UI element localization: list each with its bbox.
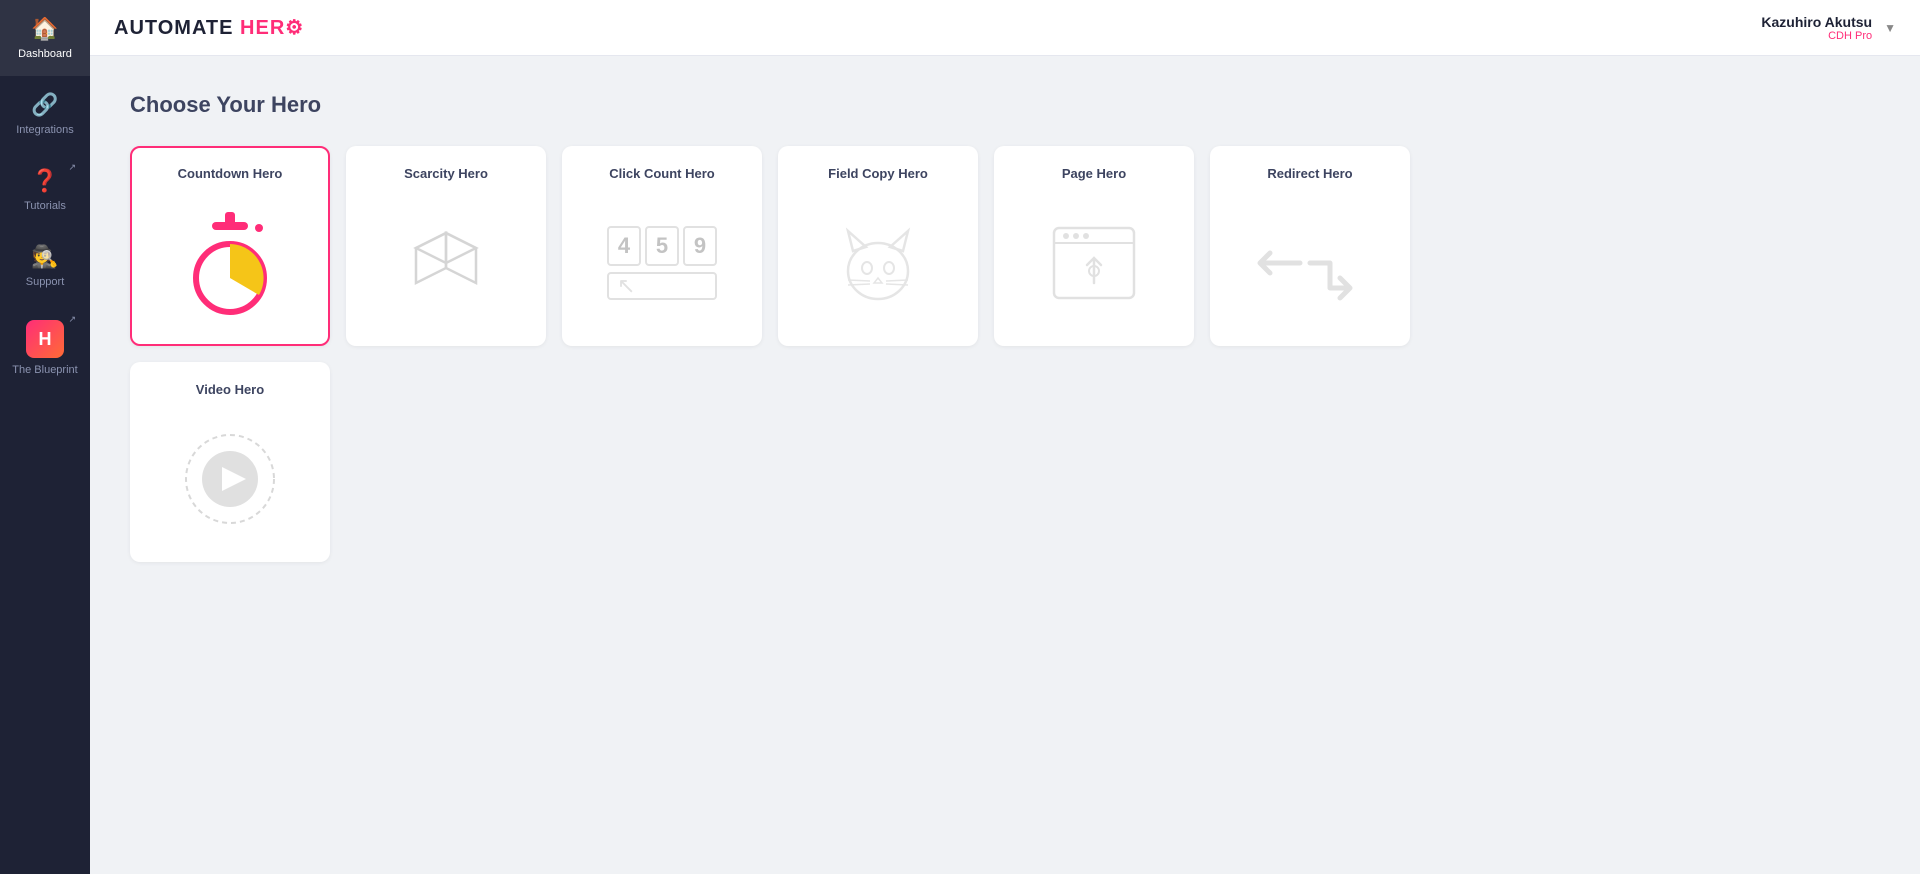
sidebar-item-support[interactable]: 🕵️ Support xyxy=(0,228,90,304)
blueprint-logo-icon: H xyxy=(26,320,64,358)
topbar: AUTOMATE HER⚙ Kazuhiro Akutsu CDH Pro ▼ xyxy=(90,0,1920,56)
sidebar-item-dashboard-label: Dashboard xyxy=(18,48,72,60)
sidebar-item-tutorials[interactable]: ↗ ❓ Tutorials xyxy=(0,152,90,228)
hero-card-countdown-title: Countdown Hero xyxy=(178,166,283,181)
external-link-icon: ↗ xyxy=(68,162,76,173)
hero-card-scarcity[interactable]: Scarcity Hero xyxy=(346,146,546,346)
blueprint-external-link-icon: ↗ xyxy=(68,314,76,325)
hero-grid: Countdown Hero xyxy=(130,146,1880,346)
sidebar: 🏠 Dashboard 🔗 Integrations ↗ ❓ Tutorials… xyxy=(0,0,90,874)
sidebar-item-blueprint-label: The Blueprint xyxy=(12,364,77,376)
digit-5: 5 xyxy=(645,226,679,266)
chevron-down-icon: ▼ xyxy=(1884,21,1896,35)
redirect-hero-icon xyxy=(1255,223,1365,303)
video-hero-icon xyxy=(180,429,280,529)
logo-highlight: HER⚙ xyxy=(240,17,304,39)
redirect-icon-wrap xyxy=(1255,195,1365,330)
sidebar-item-integrations[interactable]: 🔗 Integrations xyxy=(0,76,90,152)
countdown-hero-icon xyxy=(185,210,275,315)
user-plan: CDH Pro xyxy=(1761,30,1872,42)
hero-card-scarcity-title: Scarcity Hero xyxy=(404,166,488,181)
user-text-block: Kazuhiro Akutsu CDH Pro xyxy=(1761,14,1872,42)
main-wrapper: AUTOMATE HER⚙ Kazuhiro Akutsu CDH Pro ▼ … xyxy=(90,0,1920,874)
sidebar-item-support-label: Support xyxy=(26,276,65,288)
hero-card-page-title: Page Hero xyxy=(1062,166,1126,181)
hero-card-countdown[interactable]: Countdown Hero xyxy=(130,146,330,346)
page-hero-icon-wrap xyxy=(1044,195,1144,330)
tutorials-icon: ❓ xyxy=(31,168,58,194)
app-logo: AUTOMATE HER⚙ xyxy=(114,15,304,40)
page-title: Choose Your Hero xyxy=(130,92,1880,118)
sidebar-item-blueprint[interactable]: ↗ H The Blueprint xyxy=(0,304,90,392)
hero-card-click-count-title: Click Count Hero xyxy=(609,166,714,181)
click-count-icon-wrap: 4 5 9 ↖ xyxy=(607,195,717,330)
hero-card-click-count[interactable]: Click Count Hero 4 5 9 ↖ xyxy=(562,146,762,346)
scarcity-icon-wrap xyxy=(396,195,496,330)
integrations-icon: 🔗 xyxy=(31,92,58,118)
hero-card-video[interactable]: Video Hero xyxy=(130,362,330,562)
support-icon: 🕵️ xyxy=(31,244,58,270)
hero-card-redirect[interactable]: Redirect Hero xyxy=(1210,146,1410,346)
click-digits: 4 5 9 xyxy=(607,226,717,266)
digit-9: 9 xyxy=(683,226,717,266)
user-name: Kazuhiro Akutsu xyxy=(1761,14,1872,30)
hero-card-video-title: Video Hero xyxy=(196,382,264,397)
field-copy-hero-icon xyxy=(828,213,928,313)
sidebar-item-dashboard[interactable]: 🏠 Dashboard xyxy=(0,0,90,76)
cursor-icon: ↖ xyxy=(617,273,635,299)
hero-card-page[interactable]: Page Hero xyxy=(994,146,1194,346)
sidebar-item-tutorials-label: Tutorials xyxy=(24,200,66,212)
field-copy-icon-wrap xyxy=(828,195,928,330)
countdown-icon-wrap xyxy=(185,195,275,330)
click-bar: ↖ xyxy=(607,272,717,300)
sidebar-item-integrations-label: Integrations xyxy=(16,124,73,136)
main-content: Choose Your Hero Countdown Hero xyxy=(90,56,1920,874)
hero-grid-row2: Video Hero xyxy=(130,362,1880,562)
digit-4: 4 xyxy=(607,226,641,266)
hero-card-field-copy[interactable]: Field Copy Hero xyxy=(778,146,978,346)
click-count-hero-icon: 4 5 9 ↖ xyxy=(607,226,717,300)
scarcity-hero-icon xyxy=(396,213,496,313)
video-icon-wrap xyxy=(180,411,280,546)
page-hero-icon xyxy=(1044,213,1144,313)
gear-icon: ⚙ xyxy=(285,17,304,39)
hero-card-redirect-title: Redirect Hero xyxy=(1267,166,1352,181)
dashboard-icon: 🏠 xyxy=(31,16,58,42)
user-menu[interactable]: Kazuhiro Akutsu CDH Pro ▼ xyxy=(1761,14,1896,42)
hero-card-field-copy-title: Field Copy Hero xyxy=(828,166,928,181)
